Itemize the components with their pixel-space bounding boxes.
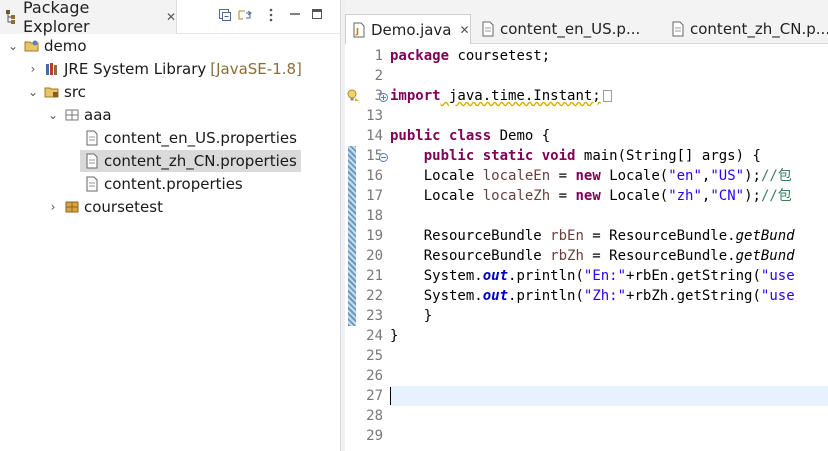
chevron-down-icon[interactable]: ⌄ [46, 108, 60, 122]
code-line: } [423, 308, 433, 324]
editor-tabbar: J Demo.java ✕ content_en_US.p... content… [345, 0, 828, 44]
line-number: 2 [374, 68, 383, 84]
package-icon [64, 107, 80, 123]
file-icon [481, 21, 495, 37]
line-number: 13 [366, 108, 383, 124]
close-icon[interactable]: ✕ [460, 23, 470, 37]
tree-item-label: demo [44, 37, 87, 55]
text-caret [390, 387, 391, 405]
line-number: 25 [366, 348, 383, 364]
chevron-right-icon[interactable]: › [26, 62, 40, 76]
package-explorer-tabbar: Package Explorer ✕ [0, 0, 340, 36]
line-number: 26 [366, 368, 383, 384]
tab-package-explorer-label: Package Explorer [23, 0, 90, 36]
line-number: 27 [366, 388, 383, 404]
line-number: 16 [366, 168, 383, 184]
java-project-icon [24, 38, 40, 54]
tree-item-label: aaa [84, 106, 112, 124]
code-line: public static void main(String[] args) { [423, 148, 761, 164]
code-text[interactable]: package coursetest; import java.time.Ins… [390, 46, 828, 451]
line-number-ruler: 1 2 3 13 14 15 16 17 18 19 20 21 22 23 2… [345, 46, 388, 451]
tree-item-decoration: [JavaSE-1.8] [210, 60, 302, 78]
java-file-icon: J [352, 22, 366, 38]
tab-content-en-us[interactable]: content_en_US.p... [475, 14, 655, 44]
package-explorer-icon [5, 9, 19, 25]
tree-item-demo[interactable]: ⌄ demo [6, 35, 87, 57]
tab-demo-java[interactable]: J Demo.java ✕ [345, 14, 471, 44]
tab-label: content_zh_CN.p... [690, 20, 828, 38]
code-editor[interactable]: 1 2 3 13 14 15 16 17 18 19 20 21 22 23 2… [345, 46, 828, 451]
tab-package-explorer[interactable]: Package Explorer ✕ [0, 0, 177, 36]
tree-item-label: content_zh_CN.properties [104, 152, 297, 170]
line-number: 19 [366, 228, 383, 244]
tab-label: Demo.java [371, 20, 452, 39]
package-icon [64, 199, 80, 215]
file-icon [84, 153, 100, 169]
line-number: 21 [366, 268, 383, 284]
fold-collapse-icon[interactable] [379, 150, 388, 166]
tab-content-zh-cn[interactable]: content_zh_CN.p... [665, 14, 828, 44]
tree-item-content-en-us[interactable]: content_en_US.properties [80, 127, 303, 149]
chevron-down-icon[interactable]: ⌄ [26, 85, 40, 99]
tree-item-label: src [64, 83, 86, 101]
tree-item-aaa[interactable]: ⌄ aaa [46, 104, 112, 126]
code-line: System.out.println("En:"+rbEn.getString(… [423, 268, 795, 284]
line-number: 1 [374, 48, 383, 64]
code-line: System.out.println("Zh:"+rbZh.getString(… [423, 288, 795, 304]
tree-item-coursetest[interactable]: › coursetest [46, 196, 163, 218]
code-line: } [390, 328, 399, 344]
collapse-all-icon[interactable] [216, 8, 234, 26]
line-number: 18 [366, 208, 383, 224]
line-number: 29 [366, 428, 383, 444]
tree-item-label: content.properties [104, 175, 243, 193]
current-line-highlight [390, 386, 828, 406]
code-line: Locale localeZh = new Locale("zh","CN");… [423, 188, 792, 204]
line-number: 22 [366, 288, 383, 304]
code-line: ResourceBundle rbZh = ResourceBundle.get… [423, 248, 795, 264]
tab-label: content_en_US.p... [500, 20, 641, 38]
tree-item-label: JRE System Library [64, 60, 207, 78]
chevron-right-icon[interactable]: › [46, 200, 60, 214]
line-number: 28 [366, 408, 383, 424]
close-icon[interactable]: ✕ [166, 10, 176, 24]
tree-item-content-zh-cn[interactable]: content_zh_CN.properties [80, 150, 301, 172]
line-number: 14 [366, 128, 383, 144]
editor-area: J Demo.java ✕ content_en_US.p... content… [345, 0, 828, 451]
link-with-editor-icon[interactable] [236, 8, 254, 26]
tree-item-content[interactable]: content.properties [80, 173, 243, 195]
file-icon [84, 176, 100, 192]
code-line: Locale localeEn = new Locale("en","US");… [423, 168, 792, 184]
tree-item-label: coursetest [84, 198, 163, 216]
source-folder-icon [44, 84, 60, 100]
maximize-icon[interactable] [308, 8, 326, 24]
file-icon [84, 130, 100, 146]
code-line: import java.time.Instant; [390, 86, 612, 106]
code-line: ResourceBundle rbEn = ResourceBundle.get… [423, 228, 795, 244]
chevron-down-icon[interactable]: ⌄ [6, 39, 20, 53]
tree-item-src[interactable]: ⌄ src [26, 81, 86, 103]
line-number: 17 [366, 188, 383, 204]
line-number: 24 [366, 328, 383, 344]
svg-text:J: J [355, 27, 359, 36]
line-number: 20 [366, 248, 383, 264]
folded-block-icon[interactable] [602, 90, 612, 102]
view-menu-icon[interactable] [262, 8, 280, 26]
code-line: public class Demo { [390, 128, 551, 144]
code-line: package coursetest; [390, 48, 551, 64]
package-explorer-view: Package Explorer ✕ ⌄ demo › JRE System L… [0, 0, 340, 451]
line-number: 23 [366, 308, 383, 324]
file-icon [671, 21, 685, 37]
tree-item-jre-system-library[interactable]: › JRE System Library [JavaSE-1.8] [26, 58, 302, 80]
library-icon [44, 61, 60, 77]
tree-item-label: content_en_US.properties [104, 129, 297, 147]
fold-expand-icon[interactable] [379, 90, 388, 106]
minimize-icon[interactable] [286, 8, 304, 24]
